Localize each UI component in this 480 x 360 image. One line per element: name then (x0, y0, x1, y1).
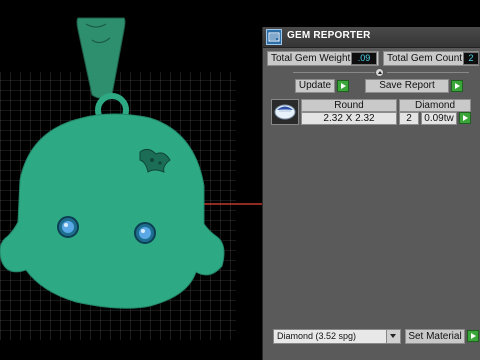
material-select[interactable]: Diamond (3.52 spg) (273, 329, 401, 344)
gem-thumbnail[interactable] (271, 99, 299, 125)
gem-shape-header: Round (301, 99, 397, 112)
update-play-icon[interactable] (337, 80, 349, 92)
material-select-value: Diamond (3.52 spg) (277, 331, 357, 341)
gem-reporter-panel: GEM REPORTER Total Gem Weight .09 Total … (262, 27, 480, 360)
gem-list-row[interactable]: Round Diamond 2.32 X 2.32 2 0.09tw (271, 99, 473, 125)
set-material-play-icon[interactable] (467, 330, 479, 342)
chevron-down-icon[interactable] (386, 330, 400, 343)
total-gem-weight-value: .09 (351, 52, 377, 65)
gem-right-eye (134, 222, 156, 244)
gem-reporter-icon (266, 29, 282, 45)
save-report-play-icon[interactable] (451, 80, 463, 92)
viewport-3d[interactable] (0, 0, 262, 360)
divider-left (293, 72, 375, 73)
gem-material-header: Diamond (399, 99, 471, 112)
gem-left-eye (57, 216, 79, 238)
set-material-button[interactable]: Set Material (405, 329, 465, 344)
pendant-scene (0, 17, 262, 340)
gem-count-cell: 2 (399, 112, 419, 125)
gem-weight-cell: 0.09tw (421, 112, 457, 125)
save-report-button[interactable]: Save Report (365, 79, 449, 93)
collapse-arrow-icon[interactable] (375, 68, 384, 77)
panel-title: GEM REPORTER (287, 30, 371, 41)
update-button[interactable]: Update (295, 79, 335, 93)
gem-size-cell: 2.32 X 2.32 (301, 112, 397, 125)
round-gem-icon (274, 104, 296, 120)
total-gem-count-value: 2 (463, 52, 479, 65)
gem-row-play-icon[interactable] (459, 112, 471, 124)
divider-right (387, 72, 469, 73)
panel-titlebar: GEM REPORTER (263, 27, 480, 48)
